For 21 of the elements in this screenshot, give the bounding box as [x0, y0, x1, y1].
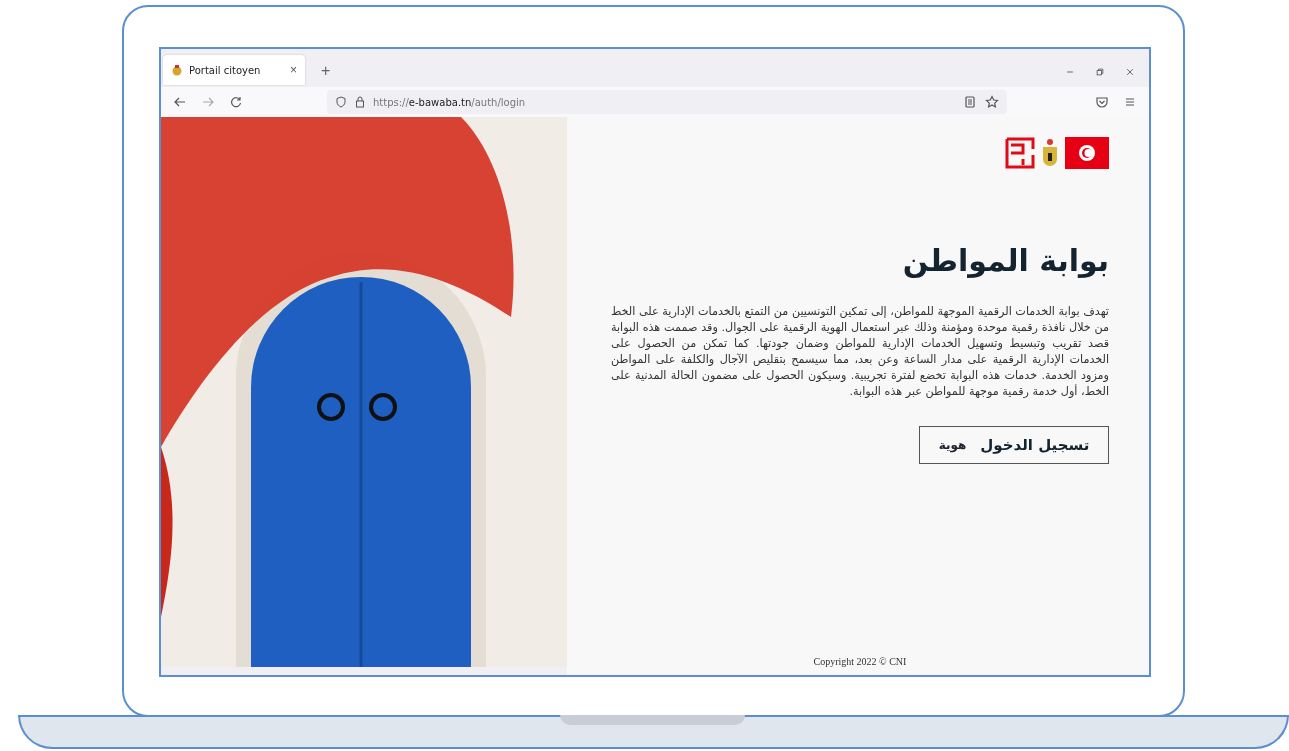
star-icon[interactable] — [985, 95, 999, 109]
login-button[interactable]: تسجيل الدخول هوية — [919, 426, 1109, 464]
browser-tab[interactable]: Portail citoyen × — [163, 55, 305, 85]
copyright-text: Copyright 2022 © CNI — [812, 656, 908, 667]
address-bar[interactable]: https://e-bawaba.tn/auth/login — [327, 90, 1007, 114]
reader-view-icon[interactable] — [963, 95, 977, 109]
flag-icon — [1065, 137, 1109, 169]
close-icon[interactable] — [1125, 67, 1135, 77]
favicon-icon — [171, 64, 183, 76]
lock-icon — [355, 96, 365, 108]
coat-of-arms-icon — [1041, 137, 1059, 169]
pocket-icon[interactable] — [1095, 95, 1109, 109]
reload-icon[interactable] — [229, 95, 243, 109]
back-arrow-icon[interactable] — [173, 95, 187, 109]
new-tab-button[interactable]: + — [315, 61, 337, 81]
portal-logo-icon — [1005, 137, 1035, 169]
portal-title: بوابة المواطن — [901, 243, 1109, 278]
description-paragraph: تهدف بوابة الخدمات الرقمية الموجهة للمواطن، إلى تمكين التونسيين من التمتع بالخدمات الإدارية على الخط من خلال نافذة رقمية موحدة ومؤمنة وذلك عبر استعمال الهوية الرقمية على الجوال. وقد صممت هذه البوابة قصد تقريب وتبسيط وتسهيل الخدمات الإدارية للمواطن وضمان جودتها. كما تمكن من الحصول على الخدمات الإدارية الرقمية على مدار الساعة وعن بعد، مما سيسمح بتقليص الآجال والكلفة على المواطن ومزود الخدمة. خدمات هذه البوابة تخضع لفترة تجريبية. وسيكون الحصول على مضمون الحالة المدنية على الخط، أول خدمة رقمية موجهة للمواطن عبر هذه البوابة. — [611, 304, 1109, 400]
close-tab-button[interactable]: × — [290, 63, 297, 77]
shield-icon — [335, 96, 347, 108]
restore-icon[interactable] — [1095, 67, 1105, 77]
